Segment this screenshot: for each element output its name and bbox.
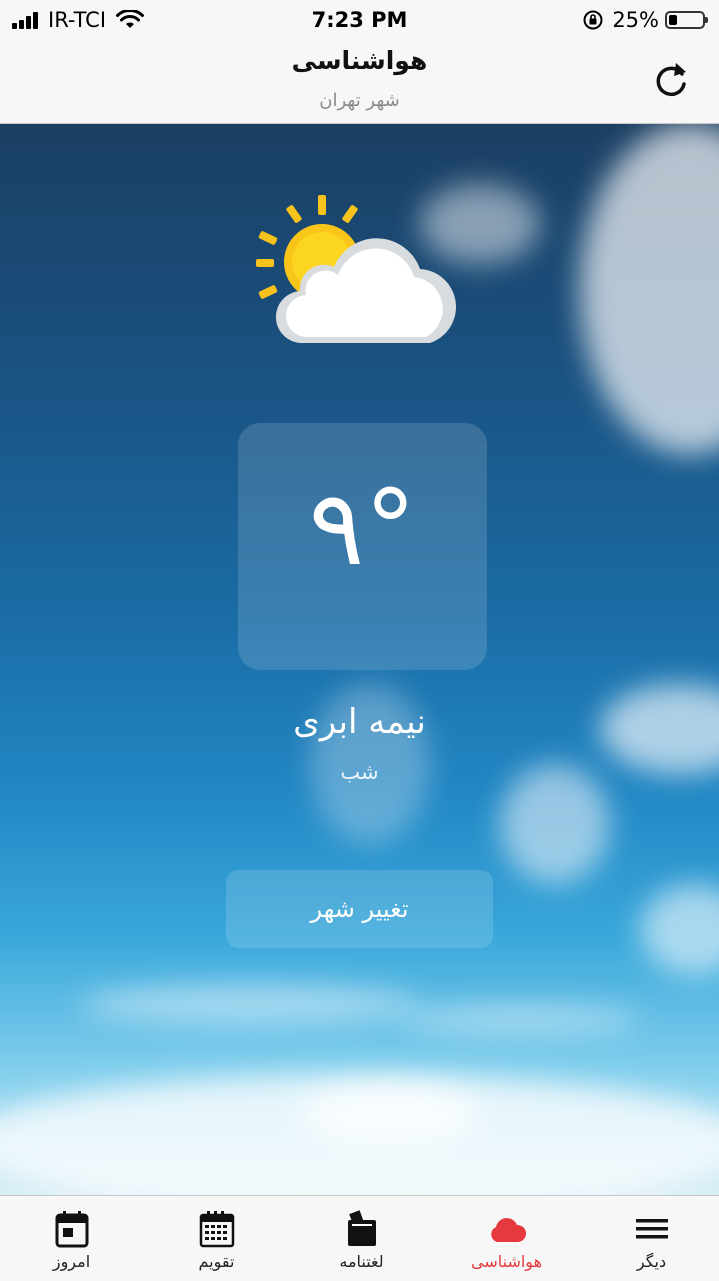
partly-cloudy-icon <box>256 195 456 344</box>
today-calendar-icon <box>55 1211 88 1248</box>
tab-bar: دیگر هواشناسی لغتنامه تقویم امروز <box>0 1195 719 1281</box>
tab-label: هواشناسی <box>471 1252 542 1271</box>
background-cloud <box>400 1004 640 1034</box>
tab-menu[interactable]: دیگر <box>580 1196 719 1281</box>
tab-calendar[interactable]: تقویم <box>145 1196 288 1281</box>
tab-label: تقویم <box>198 1252 235 1271</box>
refresh-button[interactable] <box>651 58 691 102</box>
background-cloud <box>580 124 719 454</box>
background-cloud <box>80 984 420 1024</box>
battery-percentage: 25% <box>612 8 659 32</box>
background-cloud <box>640 884 719 974</box>
change-city-button[interactable]: تغییر شهر <box>226 870 493 948</box>
weather-condition: نیمه ابری <box>293 702 426 742</box>
battery-fill <box>669 15 677 25</box>
refresh-icon <box>656 63 686 97</box>
status-right: 25% <box>582 8 708 32</box>
battery-icon <box>665 11 708 29</box>
tab-dictionary[interactable]: لغتنامه <box>290 1196 433 1281</box>
tab-label: دیگر <box>636 1252 667 1271</box>
time-of-day: شب <box>340 760 379 784</box>
orientation-lock-icon <box>583 10 603 30</box>
page-title: هواشناسی <box>291 46 428 75</box>
calendar-icon <box>199 1211 234 1248</box>
tab-today[interactable]: امروز <box>0 1196 143 1281</box>
tab-label: امروز <box>52 1252 91 1271</box>
tab-weather[interactable]: هواشناسی <box>435 1196 578 1281</box>
weather-cloud-icon <box>490 1218 526 1242</box>
status-bar: IR-TCI 7:23 PM 25% <box>0 0 719 40</box>
dictionary-icon <box>347 1210 376 1246</box>
navigation-bar: هواشناسی شهر تهران <box>0 40 719 124</box>
temperature-card: ۹° <box>238 423 487 670</box>
menu-icon <box>635 1219 668 1239</box>
city-subtitle: شهر تهران <box>319 90 400 111</box>
background-cloud <box>300 1084 480 1144</box>
tab-label: لغتنامه <box>339 1252 384 1271</box>
temperature-value: ۹° <box>308 467 417 589</box>
